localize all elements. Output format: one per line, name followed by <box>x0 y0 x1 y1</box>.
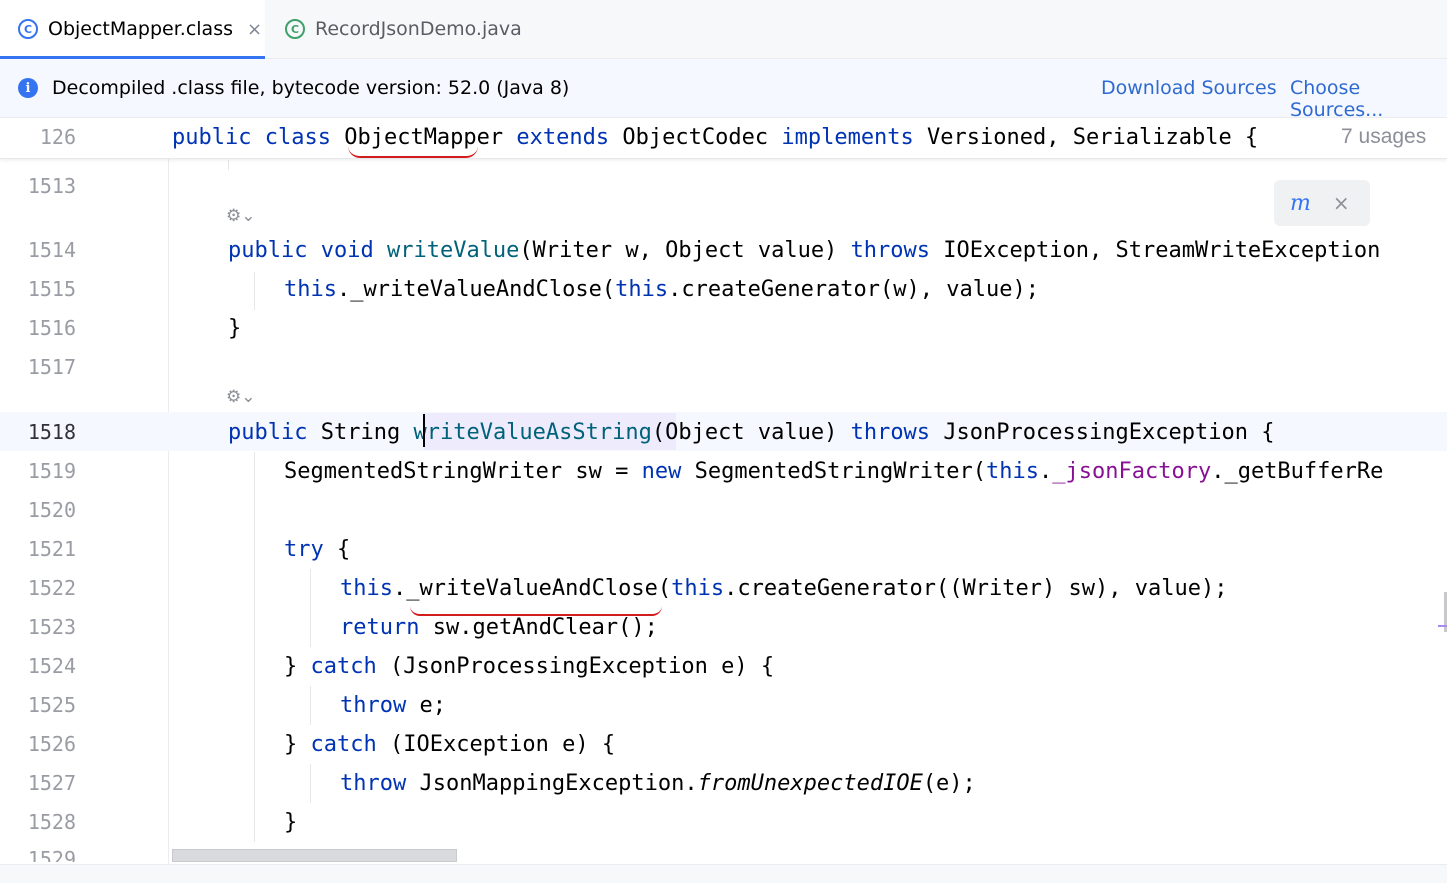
implementation-marker-icon[interactable]: ⚙⌄ <box>226 387 255 407</box>
indent-guide <box>254 272 255 310</box>
code-line-1522: this._writeValueAndClose(this.createGene… <box>340 576 1228 601</box>
choose-sources-link[interactable]: Choose Sources... <box>1290 77 1447 121</box>
close-icon[interactable]: × <box>1333 191 1350 215</box>
implementation-marker-icon[interactable]: ⚙⌄ <box>226 206 255 226</box>
annotation-underline <box>410 606 662 616</box>
horizontal-scrollbar-thumb[interactable] <box>172 849 457 862</box>
line-number: 1524 <box>27 654 76 678</box>
sticky-class-header: 126 public class ObjectMapper extends Ob… <box>0 118 1447 159</box>
maven-reload-popup: m × <box>1274 180 1370 226</box>
annotation-underline <box>348 146 478 158</box>
line-number: 1517 <box>27 355 76 379</box>
line-number: 1513 <box>27 174 76 198</box>
gutter-separator <box>168 158 169 864</box>
line-number-current: 1518 <box>27 420 76 444</box>
line-number: 1525 <box>27 693 76 717</box>
bottom-bar <box>0 864 1447 883</box>
line-number: 126 <box>39 125 76 149</box>
line-number: 1515 <box>27 277 76 301</box>
line-number: 1529 <box>27 847 76 862</box>
line-number: 1521 <box>27 537 76 561</box>
line-number: 1527 <box>27 771 76 795</box>
line-number: 1516 <box>27 316 76 340</box>
tab-label: RecordJsonDemo.java <box>315 18 522 40</box>
indent-guide <box>310 764 311 803</box>
code-line-1519: SegmentedStringWriter sw = new Segmented… <box>284 459 1384 484</box>
tab-label: ObjectMapper.class <box>48 18 233 40</box>
indent-guide <box>310 569 311 647</box>
tab-objectmapper-class[interactable]: C ObjectMapper.class × <box>0 0 265 59</box>
code-line-1528: } <box>284 810 298 835</box>
line-number: 1523 <box>27 615 76 639</box>
info-icon: i <box>18 78 38 98</box>
indent-guide <box>228 160 229 170</box>
indent-guide <box>254 452 255 842</box>
code-line-1527: throw JsonMappingException.fromUnexpecte… <box>340 771 976 796</box>
line-number: 1522 <box>27 576 76 600</box>
maven-reload-icon[interactable]: m <box>1290 191 1311 216</box>
banner-message: Decompiled .class file, bytecode version… <box>52 77 570 99</box>
close-icon[interactable]: × <box>247 19 262 40</box>
line-number: 1514 <box>27 238 76 262</box>
line-number: 1519 <box>27 459 76 483</box>
usages-hint[interactable]: 7 usages <box>1341 125 1426 149</box>
line-number: 1526 <box>27 732 76 756</box>
tab-recordjsondemo-java[interactable]: C RecordJsonDemo.java <box>265 0 525 58</box>
code-line-1526: } catch (IOException e) { <box>284 732 616 757</box>
code-line-1524: } catch (JsonProcessingException e) { <box>284 654 775 679</box>
code-line-1518: public String writeValueAsString(Object … <box>228 420 1275 445</box>
line-number: 1520 <box>27 498 76 522</box>
code-line-1516: } <box>228 316 242 341</box>
code-line-1515: this._writeValueAndClose(this.createGene… <box>284 277 1039 302</box>
java-file-icon: C <box>285 19 305 39</box>
line-number: 1528 <box>27 810 76 834</box>
download-sources-link[interactable]: Download Sources <box>1101 77 1277 99</box>
decompiled-banner: i Decompiled .class file, bytecode versi… <box>0 59 1447 121</box>
code-line-126: public class ObjectMapper extends Object… <box>172 125 1259 150</box>
editor-tab-bar: C ObjectMapper.class × C RecordJsonDemo.… <box>0 0 1447 59</box>
indent-guide <box>310 686 311 725</box>
class-icon: C <box>18 19 38 39</box>
code-line-1514: public void writeValue(Writer w, Object … <box>228 238 1381 263</box>
text-caret <box>423 414 425 447</box>
scroll-marker <box>1438 625 1447 627</box>
code-line-1525: throw e; <box>340 693 446 718</box>
code-line-1521: try { <box>284 537 351 562</box>
method-name-writevalueasstring[interactable]: writeValueAsString <box>413 420 651 445</box>
